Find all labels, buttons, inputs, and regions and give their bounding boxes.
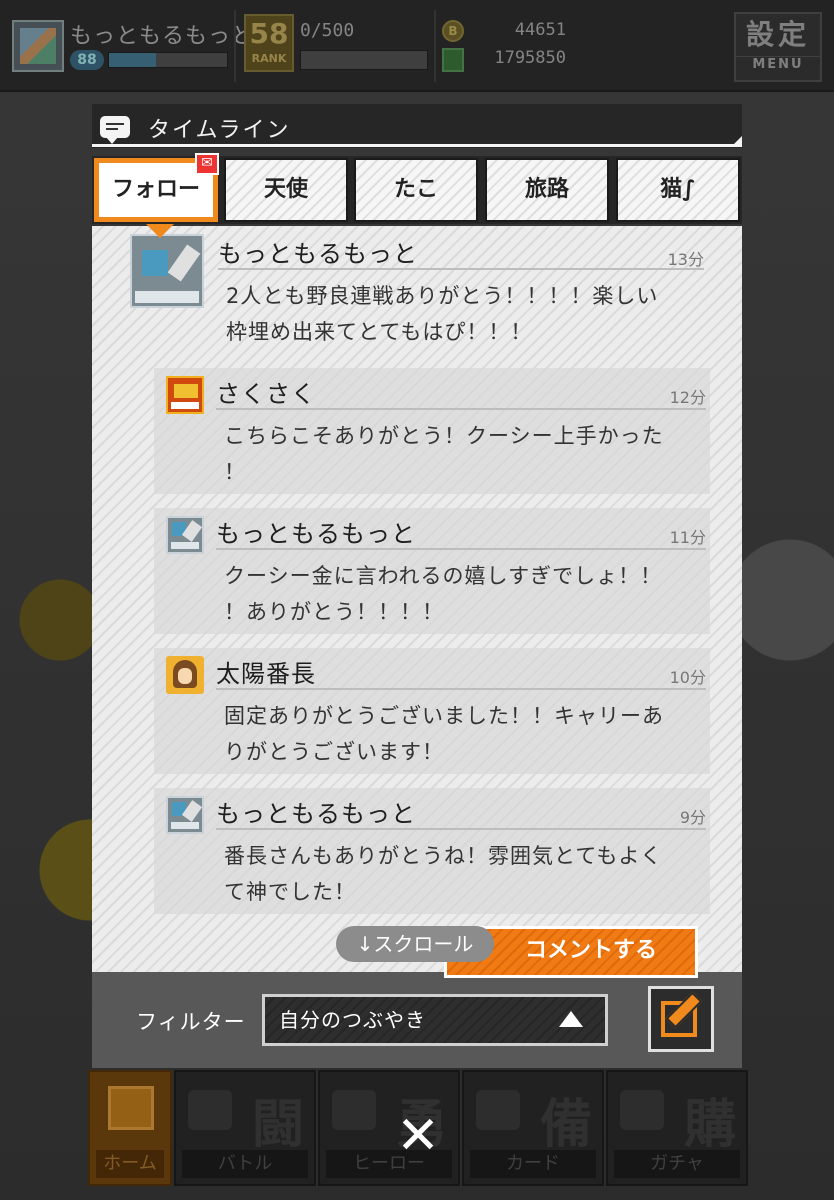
tab-tenshi[interactable]: 天使 <box>224 158 348 222</box>
mail-notification-icon: ✉ <box>195 153 219 175</box>
divider <box>216 828 706 830</box>
filter-label: フィルター <box>136 1010 246 1034</box>
timeline-reply[interactable]: もっともるもっと 9分 番長さんもありがとうね！雰囲気とてもよく て神でした！ <box>154 788 710 914</box>
post-message: 2人とも野良連戦ありがとう！！！！楽しい 枠埋め出来てとてもはぴ！！！ <box>226 284 659 344</box>
post-time: 11分 <box>669 528 706 547</box>
timeline-reply[interactable]: 太陽番長 10分 固定ありがとうございました！！キャリーあ りがとうございます！ <box>154 648 710 774</box>
filter-bar: フィルター 自分のつぶやき <box>92 972 742 1068</box>
post-author: もっともるもっと <box>218 240 418 268</box>
close-icon[interactable]: ✕ <box>396 1110 440 1162</box>
avatar[interactable] <box>166 796 204 834</box>
tab-label: たこ <box>393 177 438 202</box>
header-rule <box>92 136 742 147</box>
timeline-post[interactable]: もっともるもっと 13分 2人とも野良連戦ありがとう！！！！楽しい 枠埋め出来て… <box>92 226 742 358</box>
filter-select[interactable]: 自分のつぶやき <box>262 994 608 1046</box>
divider <box>216 548 706 550</box>
post-author: もっともるもっと <box>216 520 416 548</box>
tab-label: 旅路 <box>524 177 569 202</box>
post-time: 13分 <box>667 250 704 269</box>
scroll-hint: ↓スクロール <box>336 926 494 962</box>
timeline-reply[interactable]: もっともるもっと 11分 クーシー金に言われるの嬉しすぎでしょ！！ ！ありがとう… <box>154 508 710 634</box>
tab-tabiji[interactable]: 旅路 <box>485 158 609 222</box>
divider <box>216 408 706 410</box>
tab-label: 天使 <box>263 177 308 202</box>
triangle-up-icon <box>559 1011 583 1027</box>
post-message: クーシー金に言われるの嬉しすぎでしょ！！ ！ありがとう！！！！ <box>224 564 663 624</box>
tab-bar: フォロー ✉ 天使 たこ 旅路 猫∫ <box>92 153 742 224</box>
divider <box>218 268 704 270</box>
avatar[interactable] <box>130 234 204 308</box>
tab-neko[interactable]: 猫∫ <box>616 158 740 222</box>
post-author: 太陽番長 <box>216 660 316 688</box>
post-time: 10分 <box>669 668 706 687</box>
timeline-modal: タイムライン フォロー ✉ 天使 たこ 旅路 猫∫ もっともるもっと 13分 2… <box>92 104 742 1068</box>
modal-header: タイムライン <box>92 104 742 148</box>
post-time: 9分 <box>679 808 706 827</box>
post-author: もっともるもっと <box>216 800 416 828</box>
post-message: こちらこそありがとう！クーシー上手かった ！ <box>224 424 664 484</box>
post-message: 固定ありがとうございました！！キャリーあ りがとうございます！ <box>224 704 664 764</box>
post-author: さくさく <box>216 380 316 408</box>
chat-bubble-icon <box>100 116 130 144</box>
timeline-feed[interactable]: もっともるもっと 13分 2人とも野良連戦ありがとう！！！！楽しい 枠埋め出来て… <box>92 226 742 972</box>
timeline-reply[interactable]: さくさく 12分 こちらこそありがとう！クーシー上手かった ！ <box>154 368 710 494</box>
compose-button[interactable] <box>648 986 714 1052</box>
edit-icon <box>661 1001 697 1037</box>
divider <box>216 688 706 690</box>
tab-follow[interactable]: フォロー ✉ <box>94 153 219 222</box>
avatar[interactable] <box>166 656 204 694</box>
post-message: 番長さんもありがとうね！雰囲気とてもよく て神でした！ <box>224 844 663 904</box>
modal-title: タイムライン <box>148 118 291 143</box>
tab-tako[interactable]: たこ <box>354 158 478 222</box>
post-time: 12分 <box>669 388 706 407</box>
avatar[interactable] <box>166 376 204 414</box>
tab-label: 猫∫ <box>660 177 696 202</box>
active-tab-pointer <box>146 224 174 238</box>
tab-label: フォロー <box>111 177 200 202</box>
avatar[interactable] <box>166 516 204 554</box>
filter-selected-value: 自分のつぶやき <box>279 1008 426 1032</box>
